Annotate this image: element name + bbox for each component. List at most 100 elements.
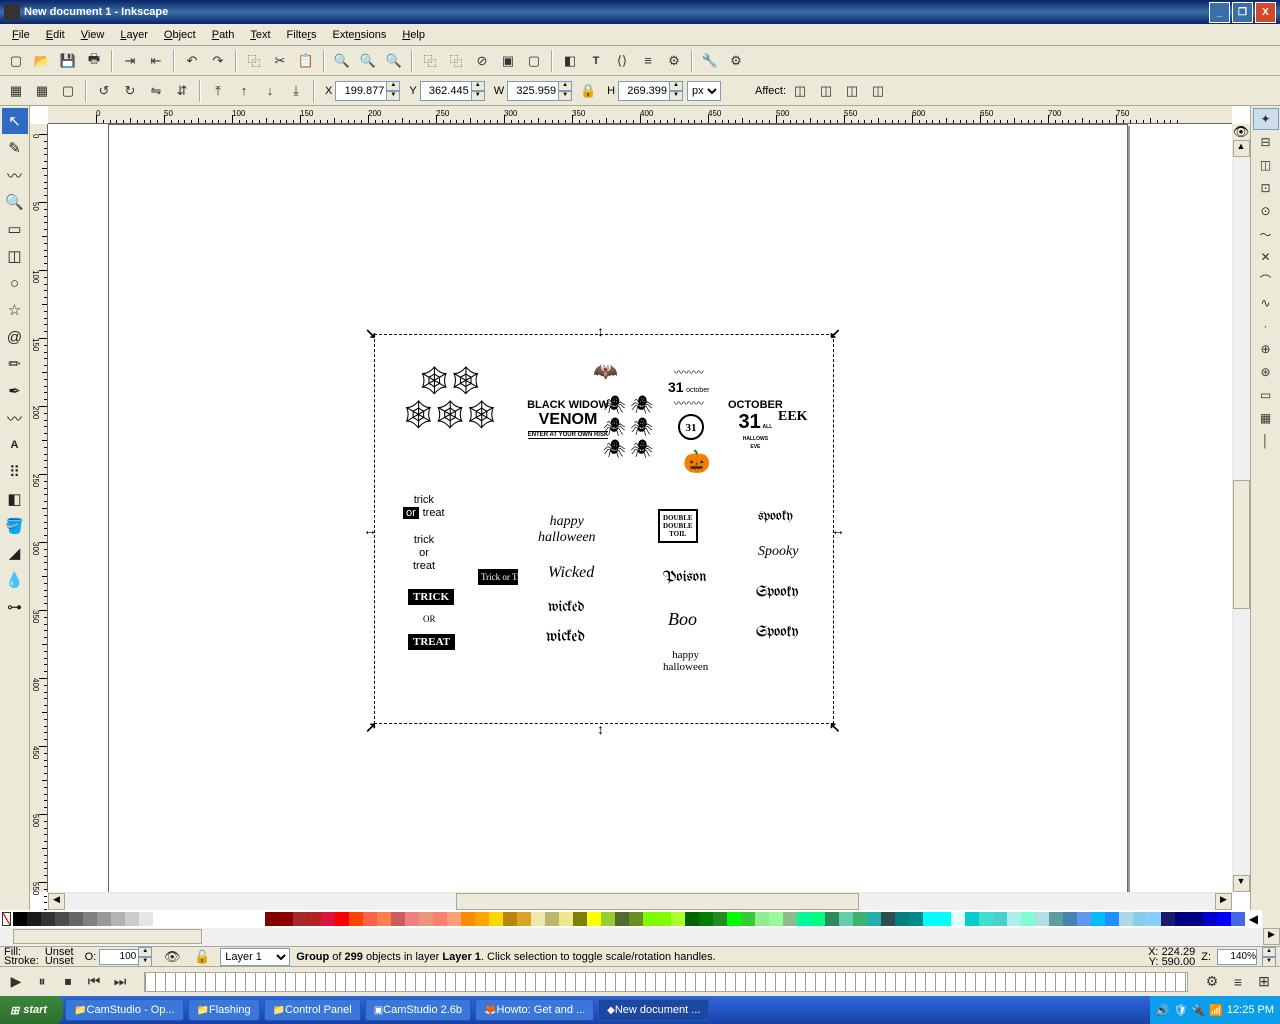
select-all-icon[interactable]: ▦ — [4, 79, 28, 103]
deselect-icon[interactable]: ▢ — [56, 79, 80, 103]
color-swatch[interactable] — [223, 912, 237, 926]
color-swatch[interactable] — [965, 912, 979, 926]
group-icon[interactable]: ▣ — [496, 49, 520, 73]
color-swatch[interactable] — [167, 912, 181, 926]
layer-select[interactable]: Layer 1 — [220, 948, 290, 966]
print-icon[interactable]: 🖶 — [82, 49, 106, 73]
tray-icon[interactable]: 🛡 — [1174, 1004, 1188, 1017]
cmd-icon[interactable]: ⏭ — [108, 970, 132, 994]
snap-node[interactable]: ✦ — [1253, 108, 1279, 130]
start-button[interactable]: ⊞start — [0, 996, 63, 1024]
spiral-tool[interactable]: @ — [2, 324, 28, 350]
color-swatch[interactable] — [27, 912, 41, 926]
handle-s[interactable]: ↕ — [597, 721, 611, 735]
color-swatch[interactable] — [727, 912, 741, 926]
task-item[interactable]: 📁 Control Panel — [264, 999, 361, 1021]
color-swatch[interactable] — [993, 912, 1007, 926]
handle-se[interactable]: ↖ — [829, 719, 843, 733]
clone-icon[interactable]: ⿻ — [444, 49, 468, 73]
color-swatch[interactable] — [475, 912, 489, 926]
color-swatch[interactable] — [853, 912, 867, 926]
color-swatch[interactable] — [461, 912, 475, 926]
snap-edge-mid[interactable]: ⊡ — [1253, 177, 1279, 199]
open-icon[interactable]: 📂 — [30, 49, 54, 73]
xml-icon[interactable]: ⟨⟩ — [610, 49, 634, 73]
menu-path[interactable]: Path — [204, 27, 243, 43]
cut-icon[interactable]: ✂ — [268, 49, 292, 73]
pencil-tool[interactable]: ✏ — [2, 351, 28, 377]
color-swatch[interactable] — [1161, 912, 1175, 926]
color-swatch[interactable] — [251, 912, 265, 926]
color-swatch[interactable] — [195, 912, 209, 926]
color-swatch[interactable] — [1007, 912, 1021, 926]
color-swatch[interactable] — [643, 912, 657, 926]
color-swatch[interactable] — [839, 912, 853, 926]
sticky-zoom-icon[interactable]: 👁 — [1233, 124, 1250, 140]
gradient-tool[interactable]: ◢ — [2, 540, 28, 566]
task-item[interactable]: 🦊 Howto: Get and ... — [475, 999, 594, 1021]
color-swatch[interactable] — [335, 912, 349, 926]
color-swatch[interactable] — [1133, 912, 1147, 926]
lower-bottom-icon[interactable]: ⤓ — [284, 79, 308, 103]
tray-icon[interactable]: 📶 — [1209, 1004, 1223, 1017]
color-swatch[interactable] — [1021, 912, 1035, 926]
color-swatch[interactable] — [69, 912, 83, 926]
color-swatch[interactable] — [153, 912, 167, 926]
color-swatch[interactable] — [503, 912, 517, 926]
color-swatch[interactable] — [657, 912, 671, 926]
color-swatch[interactable] — [489, 912, 503, 926]
color-swatch[interactable] — [811, 912, 825, 926]
no-fill-swatch[interactable] — [2, 912, 11, 926]
menu-edit[interactable]: Edit — [38, 27, 73, 43]
handle-e[interactable]: ↔ — [831, 522, 845, 536]
ruler-horizontal[interactable]: 0501001502002503003504004505005506006507… — [48, 106, 1232, 124]
color-swatch[interactable] — [685, 912, 699, 926]
cmd-icon[interactable]: ⊞ — [1252, 970, 1276, 994]
cmd-icon[interactable]: ⏸ — [30, 970, 54, 994]
color-swatch[interactable] — [1091, 912, 1105, 926]
save-icon[interactable]: 💾 — [56, 49, 80, 73]
eraser-tool[interactable]: ◧ — [2, 486, 28, 512]
color-swatch[interactable] — [363, 912, 377, 926]
color-swatch[interactable] — [1035, 912, 1049, 926]
paste-icon[interactable]: 📋 — [294, 49, 318, 73]
color-swatch[interactable] — [755, 912, 769, 926]
color-swatch[interactable] — [909, 912, 923, 926]
fill-stroke-indicator[interactable]: Fill: Stroke: — [4, 948, 39, 966]
color-swatch[interactable] — [979, 912, 993, 926]
color-swatch[interactable] — [125, 912, 139, 926]
tray-icon[interactable]: 🔌 — [1192, 1004, 1206, 1017]
system-tray[interactable]: 🔊 🛡 🔌 📶 12:25 PM — [1150, 996, 1280, 1024]
copy-icon[interactable]: ⿻ — [242, 49, 266, 73]
color-swatch[interactable] — [769, 912, 783, 926]
color-swatch[interactable] — [349, 912, 363, 926]
color-swatch[interactable] — [1063, 912, 1077, 926]
color-swatch[interactable] — [307, 912, 321, 926]
scroll-down-icon[interactable]: ▼ — [1233, 875, 1250, 892]
zoom-draw-icon[interactable]: 🔍 — [356, 49, 380, 73]
color-swatch[interactable] — [825, 912, 839, 926]
select-layers-icon[interactable]: ▦ — [30, 79, 54, 103]
timeline-ruler[interactable] — [144, 972, 1188, 992]
scroll-left-icon[interactable]: ◀ — [48, 893, 65, 910]
affect-stroke-icon[interactable]: ◫ — [788, 79, 812, 103]
snap-guide[interactable]: │ — [1253, 430, 1279, 452]
scrollbar-horizontal[interactable]: ◀ ▶ — [48, 892, 1232, 910]
flip-v-icon[interactable]: ⇵ — [170, 79, 194, 103]
color-swatch[interactable] — [671, 912, 685, 926]
bezier-tool[interactable]: ✒ — [2, 378, 28, 404]
color-swatch[interactable] — [1217, 912, 1231, 926]
color-swatch[interactable] — [783, 912, 797, 926]
menu-layer[interactable]: Layer — [112, 27, 156, 43]
snap-page[interactable]: ▭ — [1253, 384, 1279, 406]
text-tool[interactable]: A — [2, 432, 28, 458]
color-swatch[interactable] — [615, 912, 629, 926]
color-swatch[interactable] — [391, 912, 405, 926]
ruler-vertical[interactable]: 050100150200250300350400450500550 — [30, 124, 48, 892]
handle-ne[interactable]: ↙ — [829, 325, 843, 339]
snap-edge[interactable]: ⊟ — [1253, 131, 1279, 153]
color-swatch[interactable] — [531, 912, 545, 926]
menu-filters[interactable]: Filters — [279, 27, 325, 43]
snap-rot-center[interactable]: ⊛ — [1253, 361, 1279, 383]
align-icon[interactable]: ≡ — [636, 49, 660, 73]
